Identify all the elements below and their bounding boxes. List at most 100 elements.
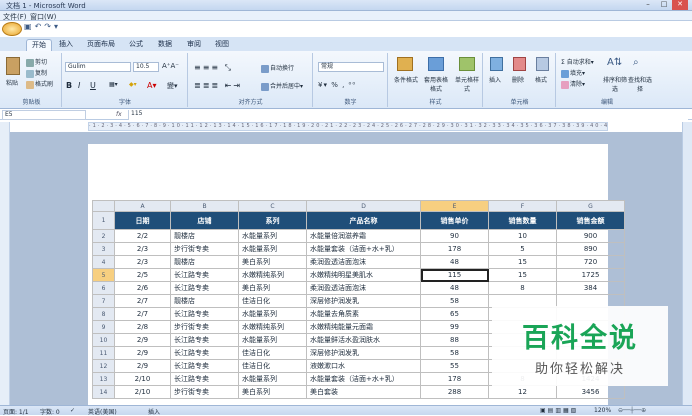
column-header[interactable]: G bbox=[556, 200, 625, 212]
table-cell[interactable]: 水能量鲜活水盈润肤水 bbox=[306, 333, 421, 347]
tab-data[interactable]: 数据 bbox=[153, 39, 177, 51]
column-header[interactable]: A bbox=[114, 200, 171, 212]
table-cell[interactable]: 水能量倍润滋养霜 bbox=[306, 229, 421, 243]
table-cell[interactable]: 15 bbox=[488, 255, 557, 269]
format-cells-icon[interactable] bbox=[536, 57, 549, 71]
sort-filter-button[interactable]: 排序和筛选 bbox=[603, 75, 627, 93]
table-cell[interactable]: 深层修护润发乳 bbox=[306, 294, 421, 308]
row-header[interactable]: 9 bbox=[92, 320, 115, 334]
undo-icon[interactable]: ↶ bbox=[35, 22, 45, 31]
table-cell[interactable]: 长江路专卖 bbox=[170, 333, 239, 347]
font-name-select[interactable]: Gulim bbox=[65, 62, 131, 72]
name-box[interactable]: E5 bbox=[2, 110, 86, 120]
grow-font-icon[interactable]: A⁺A⁻ bbox=[162, 62, 179, 70]
format-painter-button[interactable]: 格式刷 bbox=[26, 79, 53, 89]
conditional-format-icon[interactable] bbox=[397, 57, 413, 71]
table-cell[interactable]: 15 bbox=[488, 268, 557, 282]
table-cell[interactable]: 长江路专卖 bbox=[170, 268, 239, 282]
table-cell[interactable]: 2/8 bbox=[114, 320, 171, 334]
table-cell[interactable]: 柔润盈透洁面泡沫 bbox=[306, 281, 421, 295]
sort-filter-icon[interactable]: A⇅ bbox=[607, 57, 622, 68]
save-icon[interactable]: ▣ bbox=[24, 22, 35, 31]
table-cell[interactable]: 步行街专卖 bbox=[170, 320, 239, 334]
cell-style-button[interactable]: 单元格样式 bbox=[453, 75, 481, 93]
column-header[interactable]: F bbox=[488, 200, 557, 212]
row-header[interactable]: 10 bbox=[92, 333, 115, 347]
format-cells-button[interactable]: 格式 bbox=[535, 75, 547, 84]
table-cell[interactable]: 8 bbox=[488, 281, 557, 295]
number-format-select[interactable]: 常规 bbox=[318, 62, 384, 72]
table-cell[interactable]: 美白套装 bbox=[306, 385, 421, 399]
row-header[interactable]: 4 bbox=[92, 255, 115, 269]
table-cell[interactable]: 靓楼店 bbox=[170, 294, 239, 308]
table-cell[interactable]: 佳洁日化 bbox=[238, 294, 307, 308]
row-header[interactable]: 13 bbox=[92, 372, 115, 386]
table-cell[interactable]: 水能量套装（洁面+水+乳） bbox=[306, 372, 421, 386]
row-header[interactable]: 1 bbox=[92, 211, 115, 230]
table-cell[interactable]: 水能量系列 bbox=[238, 242, 307, 256]
zoom-level[interactable]: 120% bbox=[594, 407, 611, 414]
table-cell[interactable]: 长江路专卖 bbox=[170, 359, 239, 373]
selected-cell[interactable]: 115 bbox=[420, 268, 489, 282]
horizontal-align-icons[interactable]: ≣≣≣ ⇤⇥ bbox=[194, 81, 242, 90]
table-cell[interactable]: 2/6 bbox=[114, 281, 171, 295]
row-header[interactable]: 12 bbox=[92, 359, 115, 373]
fill-button[interactable]: 填充▾ bbox=[561, 68, 585, 78]
delete-cells-icon[interactable] bbox=[513, 57, 526, 71]
table-format-button[interactable]: 套用表格格式 bbox=[423, 75, 449, 93]
border-icon[interactable]: ▦▾ bbox=[109, 81, 118, 88]
table-cell[interactable]: 65 bbox=[420, 307, 489, 321]
header-cell-amount[interactable]: 销售金额 bbox=[556, 211, 625, 230]
table-cell[interactable]: 水能量系列 bbox=[238, 307, 307, 321]
paste-button[interactable]: 粘贴 bbox=[6, 78, 18, 87]
row-header[interactable]: 7 bbox=[92, 294, 115, 308]
table-cell[interactable]: 深层修护润发乳 bbox=[306, 346, 421, 360]
table-cell[interactable]: 2/10 bbox=[114, 385, 171, 399]
delete-cells-button[interactable]: 删除 bbox=[512, 75, 524, 84]
wrap-text-button[interactable]: 自动换行 bbox=[261, 63, 294, 73]
cut-button[interactable]: 剪切 bbox=[26, 57, 47, 67]
table-cell[interactable]: 48 bbox=[420, 281, 489, 295]
formula-input[interactable]: 115 bbox=[128, 110, 688, 120]
autosum-button[interactable]: Σ 自动求和▾ bbox=[561, 57, 594, 66]
font-size-select[interactable]: 10.5 bbox=[133, 62, 159, 72]
cell-style-icon[interactable] bbox=[459, 57, 475, 71]
proofing-icon[interactable]: ✓ bbox=[70, 407, 75, 414]
table-cell[interactable]: 水嫩精纯系列 bbox=[238, 320, 307, 334]
table-cell[interactable]: 2/9 bbox=[114, 346, 171, 360]
find-select-button[interactable]: 查找和选择 bbox=[628, 75, 652, 93]
table-cell[interactable]: 柔润盈透洁面泡沫 bbox=[306, 255, 421, 269]
table-cell[interactable]: 88 bbox=[420, 333, 489, 347]
table-cell[interactable]: 384 bbox=[556, 281, 625, 295]
insert-cells-button[interactable]: 插入 bbox=[489, 75, 501, 84]
menu-window[interactable]: 窗口(W) bbox=[30, 12, 56, 22]
conditional-format-button[interactable]: 条件格式 bbox=[391, 75, 421, 84]
table-cell[interactable]: 2/5 bbox=[114, 268, 171, 282]
table-cell[interactable]: 1725 bbox=[556, 268, 625, 282]
tab-review[interactable]: 审阅 bbox=[182, 39, 206, 51]
header-cell-store[interactable]: 店铺 bbox=[170, 211, 239, 230]
row-header[interactable]: 3 bbox=[92, 242, 115, 256]
merge-center-button[interactable]: 合并后居中▾ bbox=[261, 81, 303, 91]
table-cell[interactable]: 99 bbox=[420, 320, 489, 334]
menu-file[interactable]: 文件(F) bbox=[3, 12, 27, 22]
find-icon[interactable]: ⌕ bbox=[633, 57, 639, 68]
table-cell[interactable]: 178 bbox=[420, 372, 489, 386]
table-cell[interactable]: 液嫩漱口水 bbox=[306, 359, 421, 373]
column-header[interactable]: D bbox=[306, 200, 421, 212]
table-cell[interactable]: 水能量系列 bbox=[238, 333, 307, 347]
table-cell[interactable]: 5 bbox=[488, 242, 557, 256]
table-cell[interactable]: 2/3 bbox=[114, 242, 171, 256]
column-header[interactable]: C bbox=[238, 200, 307, 212]
table-cell[interactable]: 长江路专卖 bbox=[170, 346, 239, 360]
table-cell[interactable]: 2/7 bbox=[114, 307, 171, 321]
header-cell-product[interactable]: 产品名称 bbox=[306, 211, 421, 230]
row-header[interactable]: 14 bbox=[92, 385, 115, 399]
table-cell[interactable]: 2/2 bbox=[114, 229, 171, 243]
table-cell[interactable]: 58 bbox=[420, 294, 489, 308]
table-cell[interactable]: 58 bbox=[420, 346, 489, 360]
table-cell[interactable]: 靓楼店 bbox=[170, 255, 239, 269]
office-button[interactable] bbox=[2, 22, 22, 36]
table-cell[interactable]: 2/9 bbox=[114, 333, 171, 347]
copy-button[interactable]: 复制 bbox=[26, 68, 47, 78]
